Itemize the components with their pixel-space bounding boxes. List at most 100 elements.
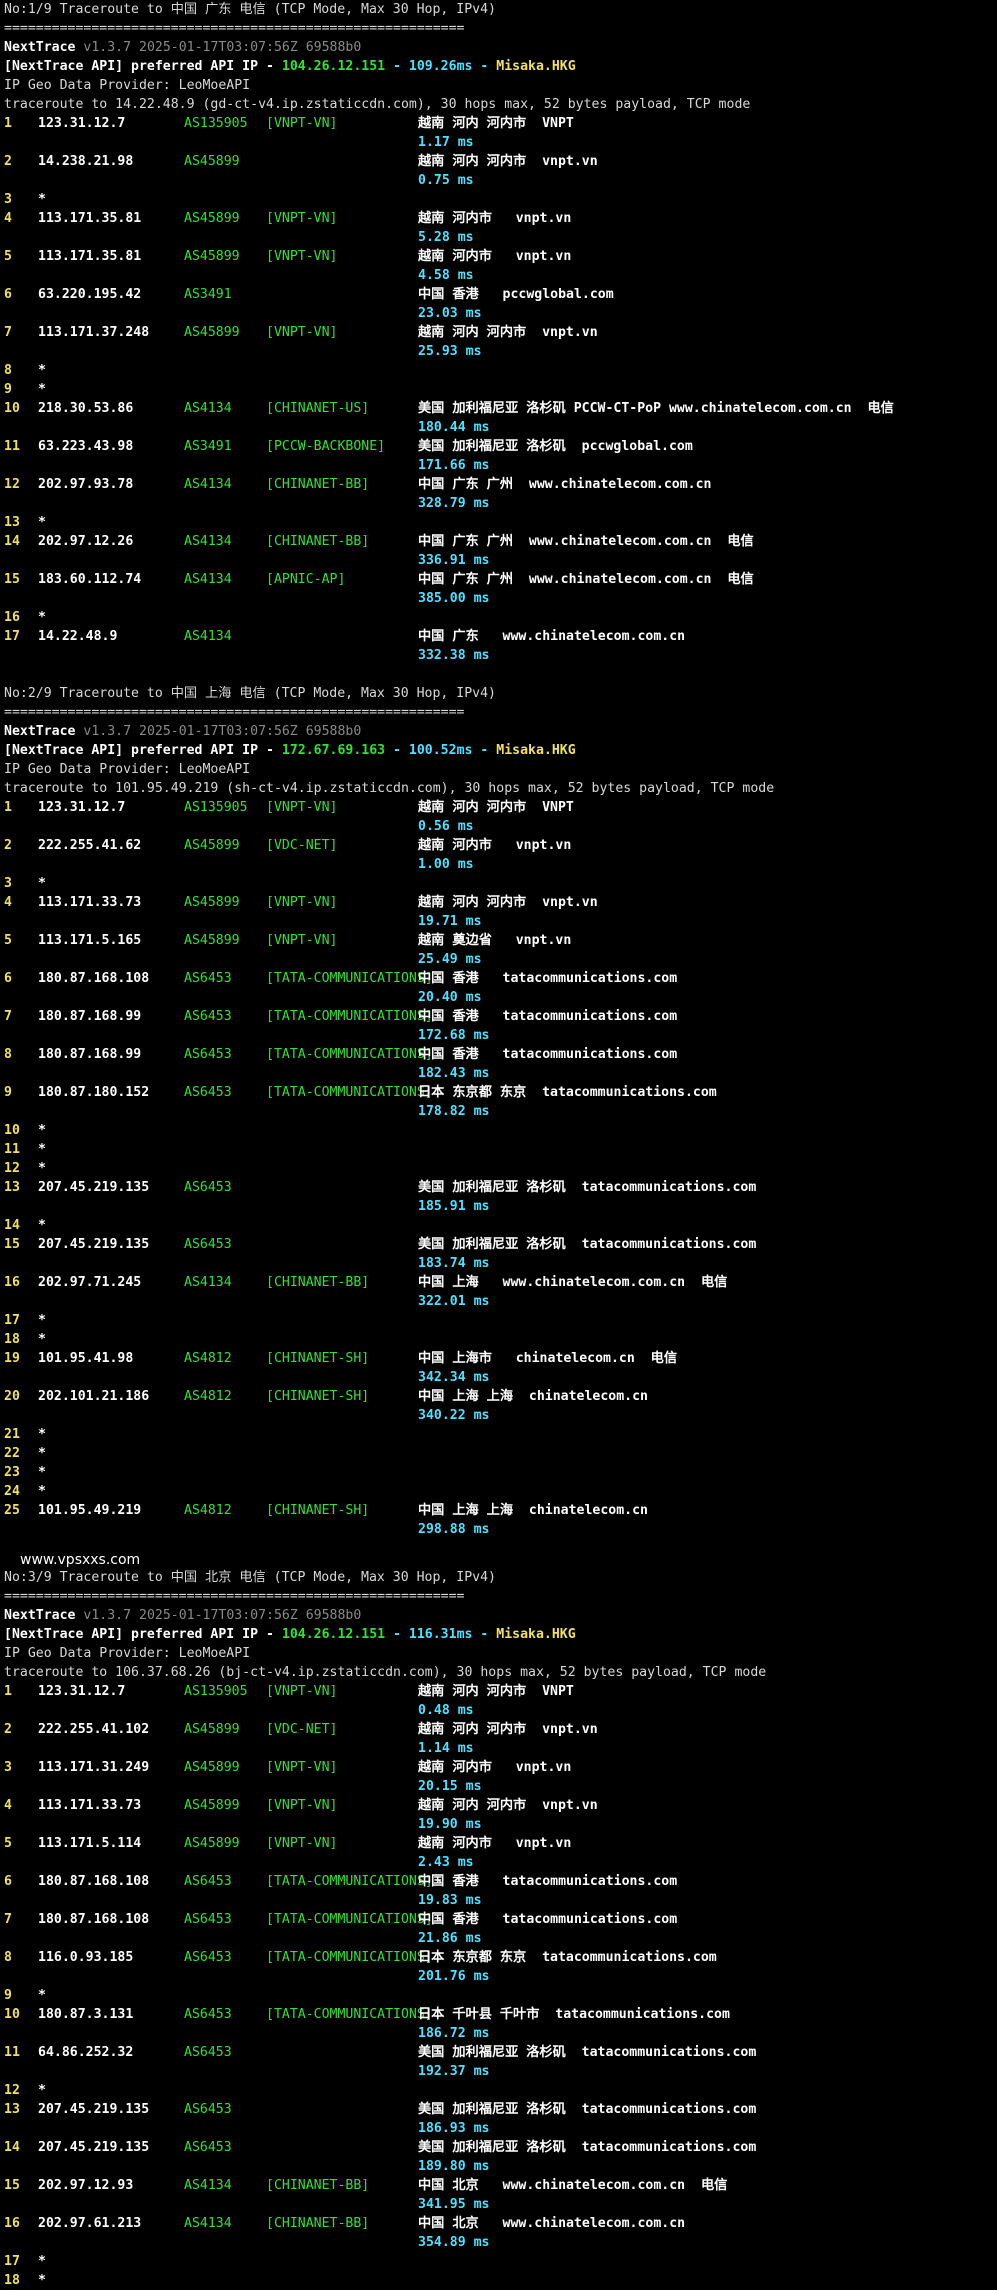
hop-asn: AS6453: [184, 1047, 232, 1062]
hop-number: 18: [4, 2273, 20, 2288]
timeout-star: *: [38, 363, 46, 378]
hop-number: 14: [4, 2140, 20, 2155]
hop-ip: 207.45.219.135: [38, 2140, 150, 2155]
hop-ip: 113.171.37.248: [38, 325, 150, 340]
app-name: NextTrace: [4, 40, 76, 55]
hop-asn: AS45899: [184, 249, 240, 264]
hop-asn: AS45899: [184, 1836, 240, 1851]
hop-number: 22: [4, 1446, 20, 1461]
hop-number: 14: [4, 534, 20, 549]
hop-row: 23 *: [4, 1463, 994, 1482]
hop-asn: AS6453: [184, 1085, 232, 1100]
hop-ip: 207.45.219.135: [38, 1237, 150, 1252]
hop-asn: AS6453: [184, 1950, 232, 1965]
hop-network-tag: [APNIC-AP]: [266, 572, 346, 587]
trace-title: No:1/9 Traceroute to 中国 广东 电信 (TCP Mode,…: [4, 2, 496, 17]
hop-row: 12 202.97.93.78 AS4134 [CHINANET-BB] 中国 广东 广…: [4, 475, 994, 513]
nexttrace-header: NextTrace v1.3.7 2025-01-17T03:07:56Z 69…: [4, 38, 361, 57]
hop-number: 20: [4, 1389, 20, 1404]
hop-row: 15 183.60.112.74 AS4134 [APNIC-AP] 中国 广东 广州 …: [4, 570, 994, 608]
hop-geo: 美国 加利福尼亚 洛杉矶 tatacommunications.com: [418, 1237, 757, 1252]
hop-row: 6 63.220.195.42 AS3491 中国 香港 pccwglobal.com…: [4, 285, 994, 323]
hop-network-tag: [CHINANET-BB]: [266, 477, 370, 492]
hop-geo: 越南 河内 河内市 vnpt.vn: [418, 154, 598, 169]
hop-asn: AS135905: [184, 116, 248, 131]
timeout-star: *: [38, 1123, 46, 1138]
hop-row: 14 207.45.219.135 AS6453 美国 加利福尼亚 洛杉矶 tatac…: [4, 2138, 994, 2176]
timeout-star: *: [38, 2083, 46, 2098]
hop-asn: AS6453: [184, 1912, 232, 1927]
hop-rtt: 340.22 ms: [418, 1408, 490, 1423]
hop-asn: AS4134: [184, 534, 232, 549]
hop-geo: 越南 河内 河内市 VNPT: [418, 1684, 574, 1699]
timeout-star: *: [38, 2254, 46, 2269]
hop-ip: 101.95.49.219: [38, 1503, 142, 1518]
hop-number: 8: [4, 363, 12, 378]
hop-row: 22 *: [4, 1444, 994, 1463]
separator: ========================================…: [4, 705, 465, 720]
hop-row: 20 202.101.21.186 AS4812 [CHINANET-SH] 中国 上海…: [4, 1387, 994, 1425]
hop-rtt: 332.38 ms: [418, 648, 490, 663]
hop-row: 2 222.255.41.102 AS45899 [VDC-NET] 越南 河内 河内市…: [4, 1720, 994, 1758]
hop-asn: AS6453: [184, 2102, 232, 2117]
hop-row: 13 207.45.219.135 AS6453 美国 加利福尼亚 洛杉矶 tatac…: [4, 1178, 994, 1216]
hop-row: 15 207.45.219.135 AS6453 美国 加利福尼亚 洛杉矶 tatac…: [4, 1235, 994, 1273]
hop-number: 7: [4, 325, 12, 340]
hop-row: 18 *: [4, 1330, 994, 1349]
hop-number: 2: [4, 838, 12, 853]
hop-number: 5: [4, 249, 12, 264]
hop-geo: 美国 加利福尼亚 洛杉矶 pccwglobal.com: [418, 439, 693, 454]
api-latency: - 100.52ms -: [385, 743, 497, 758]
hop-number: 8: [4, 1950, 12, 1965]
hop-number: 12: [4, 477, 20, 492]
hop-row: 11 63.223.43.98 AS3491 [PCCW-BACKBONE] 美国 加利…: [4, 437, 994, 475]
hop-row: 11 *: [4, 1140, 994, 1159]
hop-asn: AS4134: [184, 1275, 232, 1290]
hop-geo: 越南 河内 河内市 vnpt.vn: [418, 1798, 598, 1813]
hop-network-tag: [TATA-COMMUNICATIONS]: [266, 1085, 433, 1100]
hop-row: 4 113.171.33.73 AS45899 [VNPT-VN] 越南 河内 河内市 …: [4, 1796, 994, 1834]
hop-network-tag: [CHINANET-BB]: [266, 2178, 370, 2193]
hop-network-tag: [CHINANET-BB]: [266, 1275, 370, 1290]
hop-ip: 180.87.168.99: [38, 1009, 142, 1024]
geo-provider: IP Geo Data Provider: LeoMoeAPI: [4, 762, 251, 777]
hop-rtt: 178.82 ms: [418, 1104, 490, 1119]
hop-network-tag: [VNPT-VN]: [266, 800, 338, 815]
hop-network-tag: [VNPT-VN]: [266, 249, 338, 264]
hop-number: 3: [4, 1760, 12, 1775]
api-node: Misaka.HKG: [496, 743, 576, 758]
hop-rtt: 0.56 ms: [418, 819, 474, 834]
timeout-star: *: [38, 1218, 46, 1233]
hop-rtt: 322.01 ms: [418, 1294, 490, 1309]
app-name: NextTrace: [4, 724, 76, 739]
hop-number: 23: [4, 1465, 20, 1480]
timeout-star: *: [38, 2273, 46, 2288]
hop-network-tag: [VNPT-VN]: [266, 325, 338, 340]
hop-rtt: 20.15 ms: [418, 1779, 482, 1794]
hop-geo: 越南 河内市 vnpt.vn: [418, 1836, 572, 1851]
hop-row: 14 *: [4, 1216, 994, 1235]
timeout-star: *: [38, 515, 46, 530]
hop-number: 1: [4, 1684, 12, 1699]
traceroute-target: traceroute to 106.37.68.26 (bj-ct-v4.ip.…: [4, 1665, 767, 1680]
hop-rtt: 341.95 ms: [418, 2197, 490, 2212]
hop-geo: 美国 加利福尼亚 洛杉矶 PCCW-CT-PoP www.chinateleco…: [418, 401, 894, 416]
hop-geo: 越南 河内市 vnpt.vn: [418, 249, 572, 264]
hop-geo: 中国 广东 www.chinatelecom.com.cn: [418, 629, 686, 644]
hop-geo: 越南 河内 河内市 VNPT: [418, 800, 574, 815]
hop-row: 9 *: [4, 1986, 994, 2005]
hop-ip: 113.171.31.249: [38, 1760, 150, 1775]
timeout-star: *: [38, 1427, 46, 1442]
hop-asn: AS135905: [184, 800, 248, 815]
hop-rtt: 342.34 ms: [418, 1370, 490, 1385]
hop-ip: 123.31.12.7: [38, 1684, 126, 1699]
hop-ip: 207.45.219.135: [38, 1180, 150, 1195]
hop-ip: 180.87.168.108: [38, 1874, 150, 1889]
hop-geo: 中国 广东 广州 www.chinatelecom.com.cn 电信: [418, 534, 754, 549]
api-prefix: [NextTrace API] preferred API IP -: [4, 1627, 282, 1642]
hop-asn: AS45899: [184, 154, 240, 169]
app-version: v1.3.7 2025-01-17T03:07:56Z 69588b0: [83, 40, 362, 55]
hop-number: 21: [4, 1427, 20, 1442]
timeout-star: *: [38, 1332, 46, 1347]
hop-row: 12 *: [4, 2081, 994, 2100]
